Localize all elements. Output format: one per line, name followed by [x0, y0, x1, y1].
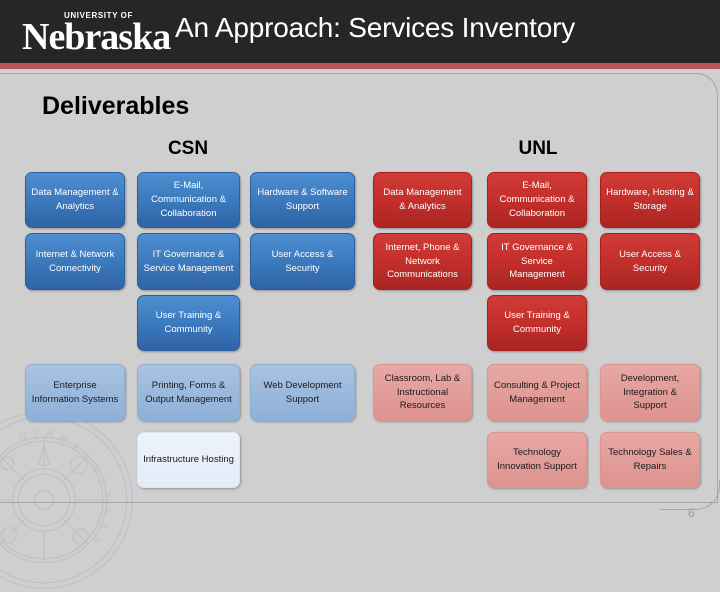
service-box-label: User Access & Security — [271, 248, 334, 274]
svg-text:K: K — [87, 462, 104, 477]
service-box: Internet, Phone & Network Communications — [373, 233, 472, 290]
service-box: Internet & Network Connectivity — [25, 233, 125, 290]
service-box: IT Governance & Service Management — [137, 233, 240, 290]
svg-text:E: E — [94, 477, 110, 489]
svg-text:S: S — [0, 440, 2, 455]
service-box: Enterprise Information Systems — [25, 364, 125, 421]
service-box: Technology Innovation Support — [487, 432, 587, 488]
logo-wordmark: Nebraska — [22, 16, 171, 58]
service-box-label: Hardware & Software Support — [257, 187, 348, 212]
service-box-label: Internet, Phone & Network Communications — [385, 241, 460, 281]
service-box-label: Printing, Forms & Output Management — [145, 379, 232, 405]
service-box: Data Management & Analytics — [25, 172, 125, 228]
service-box-label: Hardware, Hosting & Storage — [606, 187, 694, 212]
svg-text:A: A — [68, 439, 85, 456]
service-box-label: E-Mail, Communication & Collaboration — [499, 180, 575, 219]
service-box-label: User Access & Security — [619, 248, 681, 274]
service-box: E-Mail, Communication & Collaboration — [137, 172, 240, 228]
service-box-label: Classroom, Lab & Instructional Resources — [384, 372, 461, 412]
service-box-label: Infrastructure Hosting — [143, 454, 234, 466]
service-box-label: Data Management & Analytics — [383, 187, 462, 212]
service-box: E-Mail, Communication & Collaboration — [487, 172, 587, 228]
service-box: Infrastructure Hosting — [137, 432, 240, 488]
service-box-label: Web Development Support — [263, 379, 342, 405]
service-box: Technology Sales & Repairs — [600, 432, 700, 488]
service-box-label: IT Governance & Service Management — [143, 248, 234, 274]
service-box: Data Management & Analytics — [373, 172, 472, 228]
service-box-label: User Training & Community — [504, 310, 570, 335]
service-box-label: Consulting & Project Management — [493, 379, 581, 405]
service-box-label: Enterprise Information Systems — [31, 379, 119, 405]
svg-text:S: S — [78, 449, 94, 463]
service-box: Classroom, Lab & Instructional Resources — [373, 364, 472, 421]
service-box: IT Governance & Service Management — [487, 233, 587, 290]
svg-text:B: B — [44, 426, 58, 442]
service-box: Printing, Forms & Output Management — [137, 364, 240, 421]
service-box-label: Technology Innovation Support — [497, 447, 577, 472]
svg-text:E: E — [31, 426, 42, 442]
slide-header-bar: UNIVERSITY OF Nebraska An Approach: Serv… — [0, 0, 720, 63]
service-box-label: User Training & Community — [155, 310, 222, 335]
svg-text:I: I — [96, 522, 111, 530]
svg-text:N: N — [18, 428, 29, 443]
svg-text:S: S — [99, 508, 113, 517]
service-box: Development, Integration & Support — [600, 364, 700, 421]
service-box: Hardware & Software Support — [250, 172, 355, 228]
service-box: Hardware, Hosting & Storage — [600, 172, 700, 228]
service-box-label: Development, Integration & Support — [620, 372, 680, 412]
column-heading-unl: UNL — [518, 138, 558, 159]
svg-text:S: S — [90, 535, 106, 548]
page-number: 6 — [688, 506, 695, 520]
column-heading-csn: CSN — [167, 138, 209, 159]
service-box: Web Development Support — [250, 364, 355, 421]
slide-title: An Approach: Services Inventory — [175, 12, 576, 43]
service-box: User Training & Community — [487, 295, 587, 351]
service-box: Consulting & Project Management — [487, 364, 587, 421]
svg-text:N: N — [99, 492, 114, 503]
header-accent-bar — [0, 63, 720, 69]
service-box-label: Technology Sales & Repairs — [608, 447, 692, 472]
svg-text:R: R — [56, 431, 71, 448]
service-box: User Access & Security — [600, 233, 700, 290]
university-seal-watermark: R S I T A S N E B R A S K E N S I S — [0, 411, 133, 589]
service-box-label: E-Mail, Communication & Collaboration — [151, 180, 226, 219]
service-box-label: IT Governance & Service Management — [501, 241, 573, 281]
page-title: Deliverables — [42, 92, 190, 120]
university-of-nebraska-logo: UNIVERSITY OF Nebraska — [22, 8, 171, 58]
service-box: User Training & Community — [137, 295, 240, 351]
service-box: User Access & Security — [250, 233, 355, 290]
service-box-label: Internet & Network Connectivity — [35, 248, 115, 274]
service-box-label: Data Management & Analytics — [31, 187, 119, 212]
